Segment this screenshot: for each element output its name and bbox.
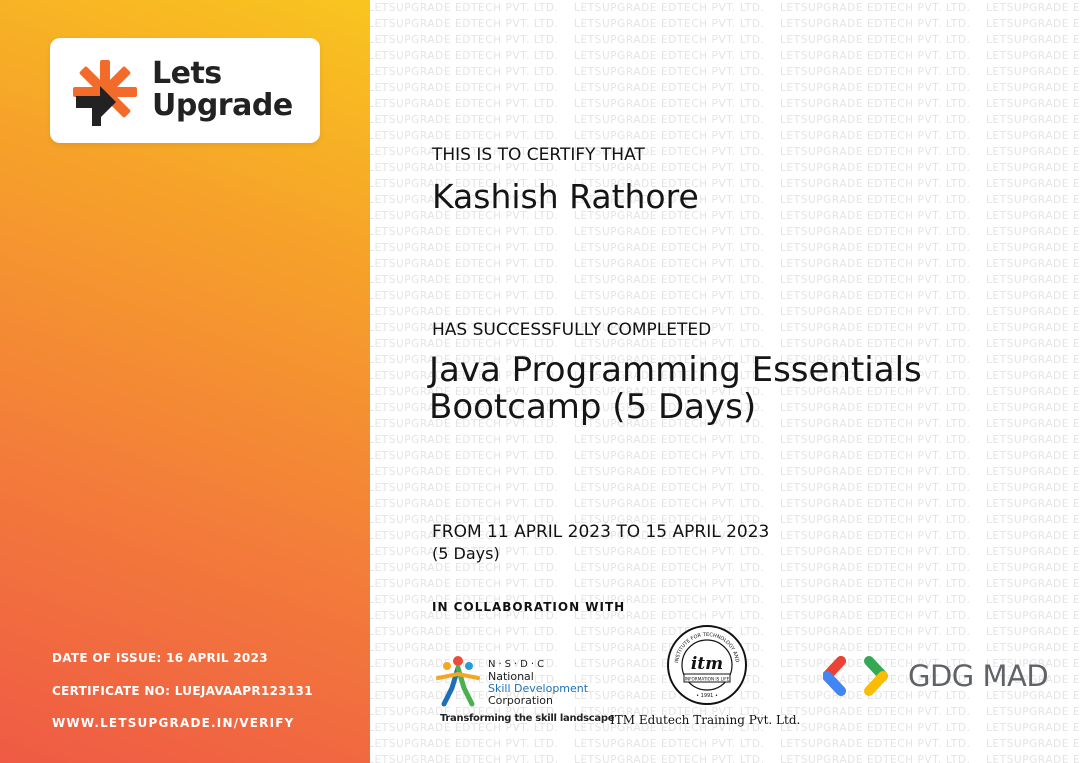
- date-of-issue: DATE OF ISSUE: 16 APRIL 2023: [52, 651, 268, 665]
- recipient-name: Kashish Rathore: [432, 177, 699, 216]
- certificate-body: THIS IS TO CERTIFY THAT Kashish Rathore …: [429, 0, 1072, 763]
- itm-name: ITM Edutech Training Pvt. Ltd.: [610, 713, 801, 727]
- logo-wordmark: Lets Upgrade: [152, 58, 293, 122]
- letsupgrade-logo: Lets Upgrade: [50, 38, 320, 143]
- date-range: FROM 11 APRIL 2023 TO 15 APRIL 2023: [432, 522, 770, 542]
- nsdc-name-line-3: Corporation: [488, 694, 553, 707]
- logo-line-1: Lets: [152, 56, 222, 91]
- collaboration-label: IN COLLABORATION WITH: [432, 600, 626, 614]
- nsdc-name: N·S·D·C National Skill Development Corpo…: [488, 659, 588, 707]
- svg-text:• 1991 •: • 1991 •: [696, 693, 718, 699]
- course-title: Java Programming Essentials Bootcamp (5 …: [429, 350, 922, 427]
- svg-text:itm: itm: [691, 654, 723, 674]
- letsupgrade-logo-icon: [73, 60, 137, 126]
- completed-label: HAS SUCCESSFULLY COMPLETED: [432, 320, 712, 340]
- svg-text:INFORMATION IS LIFE: INFORMATION IS LIFE: [685, 677, 730, 682]
- left-gradient-panel: Lets Upgrade DATE OF ISSUE: 16 APRIL 202…: [0, 0, 370, 763]
- gdg-logo-icon: [823, 656, 888, 696]
- logo-line-2: Upgrade: [152, 88, 293, 123]
- certificate-number: CERTIFICATE NO: LUEJAVAAPR123131: [52, 684, 313, 698]
- duration: (5 Days): [432, 544, 500, 563]
- itm-seal-icon: INSTITUTE FOR TECHNOLOGY AND MANAGEMENT …: [666, 624, 747, 705]
- gdg-name: GDG MAD: [908, 659, 1049, 693]
- certify-label: THIS IS TO CERTIFY THAT: [432, 145, 645, 165]
- verify-link[interactable]: WWW.LETSUPGRADE.IN/VERIFY: [52, 716, 295, 730]
- nsdc-tagline: Transforming the skill landscape: [440, 713, 615, 724]
